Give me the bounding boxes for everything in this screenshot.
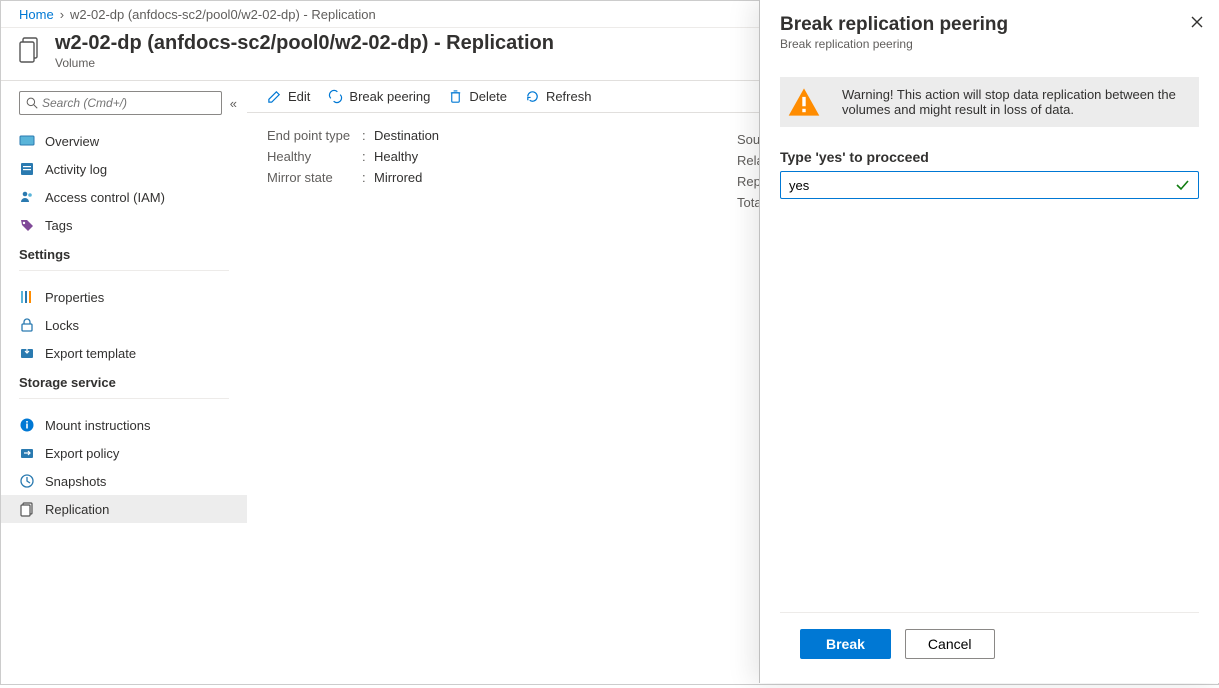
edit-label: Edit bbox=[288, 89, 310, 104]
breadcrumb-home[interactable]: Home bbox=[19, 7, 54, 22]
overview-icon bbox=[19, 133, 35, 149]
nav-section-storage: Storage service bbox=[1, 367, 247, 394]
sidebar-item-mount-instructions[interactable]: Mount instructions bbox=[1, 411, 247, 439]
warning-text: Warning! This action will stop data repl… bbox=[828, 77, 1199, 127]
sidebar-item-tags[interactable]: Tags bbox=[1, 211, 247, 239]
sidebar-item-label: Access control (IAM) bbox=[45, 190, 165, 205]
activity-log-icon bbox=[19, 161, 35, 177]
warning-banner: Warning! This action will stop data repl… bbox=[780, 77, 1199, 127]
page-title: w2-02-dp (anfdocs-sc2/pool0/w2-02-dp) - … bbox=[55, 32, 554, 55]
snapshots-icon bbox=[19, 473, 35, 489]
healthy-value: Healthy bbox=[374, 149, 418, 164]
properties-icon bbox=[19, 289, 35, 305]
replication-header-icon bbox=[19, 36, 43, 66]
delete-button[interactable]: Delete bbox=[448, 89, 507, 104]
export-policy-icon bbox=[19, 445, 35, 461]
sidebar-item-label: Mount instructions bbox=[45, 418, 151, 433]
check-icon bbox=[1174, 177, 1190, 193]
break-peering-icon bbox=[328, 89, 343, 104]
panel-title: Break replication peering bbox=[780, 14, 1179, 36]
cancel-button[interactable]: Cancel bbox=[905, 629, 995, 659]
search-input-wrapper[interactable] bbox=[19, 91, 222, 115]
break-replication-panel: Break replication peering Break replicat… bbox=[759, 0, 1219, 683]
export-template-icon bbox=[19, 345, 35, 361]
refresh-icon bbox=[525, 89, 540, 104]
healthy-label: Healthy bbox=[267, 149, 362, 164]
sidebar-item-label: Snapshots bbox=[45, 474, 106, 489]
sidebar-item-properties[interactable]: Properties bbox=[1, 283, 247, 311]
panel-subtitle: Break replication peering bbox=[780, 37, 1179, 51]
sidebar: « Overview Activity log Access control (… bbox=[1, 81, 247, 688]
search-input[interactable] bbox=[42, 96, 215, 110]
warning-icon bbox=[780, 78, 828, 126]
sidebar-item-label: Tags bbox=[45, 218, 72, 233]
info-icon bbox=[19, 417, 35, 433]
breadcrumb-current: w2-02-dp (anfdocs-sc2/pool0/w2-02-dp) - … bbox=[70, 7, 376, 22]
endpoint-type-label: End point type bbox=[267, 128, 362, 143]
lock-icon bbox=[19, 317, 35, 333]
access-control-icon bbox=[19, 189, 35, 205]
nav-main: Overview Activity log Access control (IA… bbox=[1, 127, 247, 239]
sidebar-item-replication[interactable]: Replication bbox=[1, 495, 247, 523]
page-subtitle: Volume bbox=[55, 56, 554, 70]
edit-button[interactable]: Edit bbox=[267, 89, 310, 104]
replication-icon bbox=[19, 501, 35, 517]
sidebar-item-access-control[interactable]: Access control (IAM) bbox=[1, 183, 247, 211]
confirm-label: Type 'yes' to procceed bbox=[780, 149, 1199, 165]
break-peering-button[interactable]: Break peering bbox=[328, 89, 430, 104]
sidebar-item-label: Activity log bbox=[45, 162, 107, 177]
sidebar-item-export-policy[interactable]: Export policy bbox=[1, 439, 247, 467]
sidebar-item-activity-log[interactable]: Activity log bbox=[1, 155, 247, 183]
confirm-input[interactable] bbox=[789, 178, 1174, 193]
break-peering-label: Break peering bbox=[349, 89, 430, 104]
tags-icon bbox=[19, 217, 35, 233]
sidebar-item-export-template[interactable]: Export template bbox=[1, 339, 247, 367]
break-button[interactable]: Break bbox=[800, 629, 891, 659]
nav-section-settings: Settings bbox=[1, 239, 247, 266]
sidebar-item-label: Replication bbox=[45, 502, 109, 517]
mirror-state-value: Mirrored bbox=[374, 170, 422, 185]
refresh-button[interactable]: Refresh bbox=[525, 89, 592, 104]
search-icon bbox=[26, 97, 38, 109]
mirror-state-label: Mirror state bbox=[267, 170, 362, 185]
close-icon[interactable] bbox=[1189, 14, 1205, 30]
collapse-sidebar-icon[interactable]: « bbox=[230, 96, 237, 111]
sidebar-item-label: Export policy bbox=[45, 446, 119, 461]
sidebar-item-label: Properties bbox=[45, 290, 104, 305]
edit-icon bbox=[267, 89, 282, 104]
delete-label: Delete bbox=[469, 89, 507, 104]
confirm-input-wrapper[interactable] bbox=[780, 171, 1199, 199]
sidebar-item-snapshots[interactable]: Snapshots bbox=[1, 467, 247, 495]
sidebar-item-locks[interactable]: Locks bbox=[1, 311, 247, 339]
sidebar-item-overview[interactable]: Overview bbox=[1, 127, 247, 155]
refresh-label: Refresh bbox=[546, 89, 592, 104]
sidebar-item-label: Export template bbox=[45, 346, 136, 361]
delete-icon bbox=[448, 89, 463, 104]
sidebar-item-label: Overview bbox=[45, 134, 99, 149]
sidebar-item-label: Locks bbox=[45, 318, 79, 333]
panel-footer: Break Cancel bbox=[780, 612, 1199, 683]
breadcrumb-separator-icon: › bbox=[60, 7, 64, 22]
endpoint-type-value: Destination bbox=[374, 128, 439, 143]
